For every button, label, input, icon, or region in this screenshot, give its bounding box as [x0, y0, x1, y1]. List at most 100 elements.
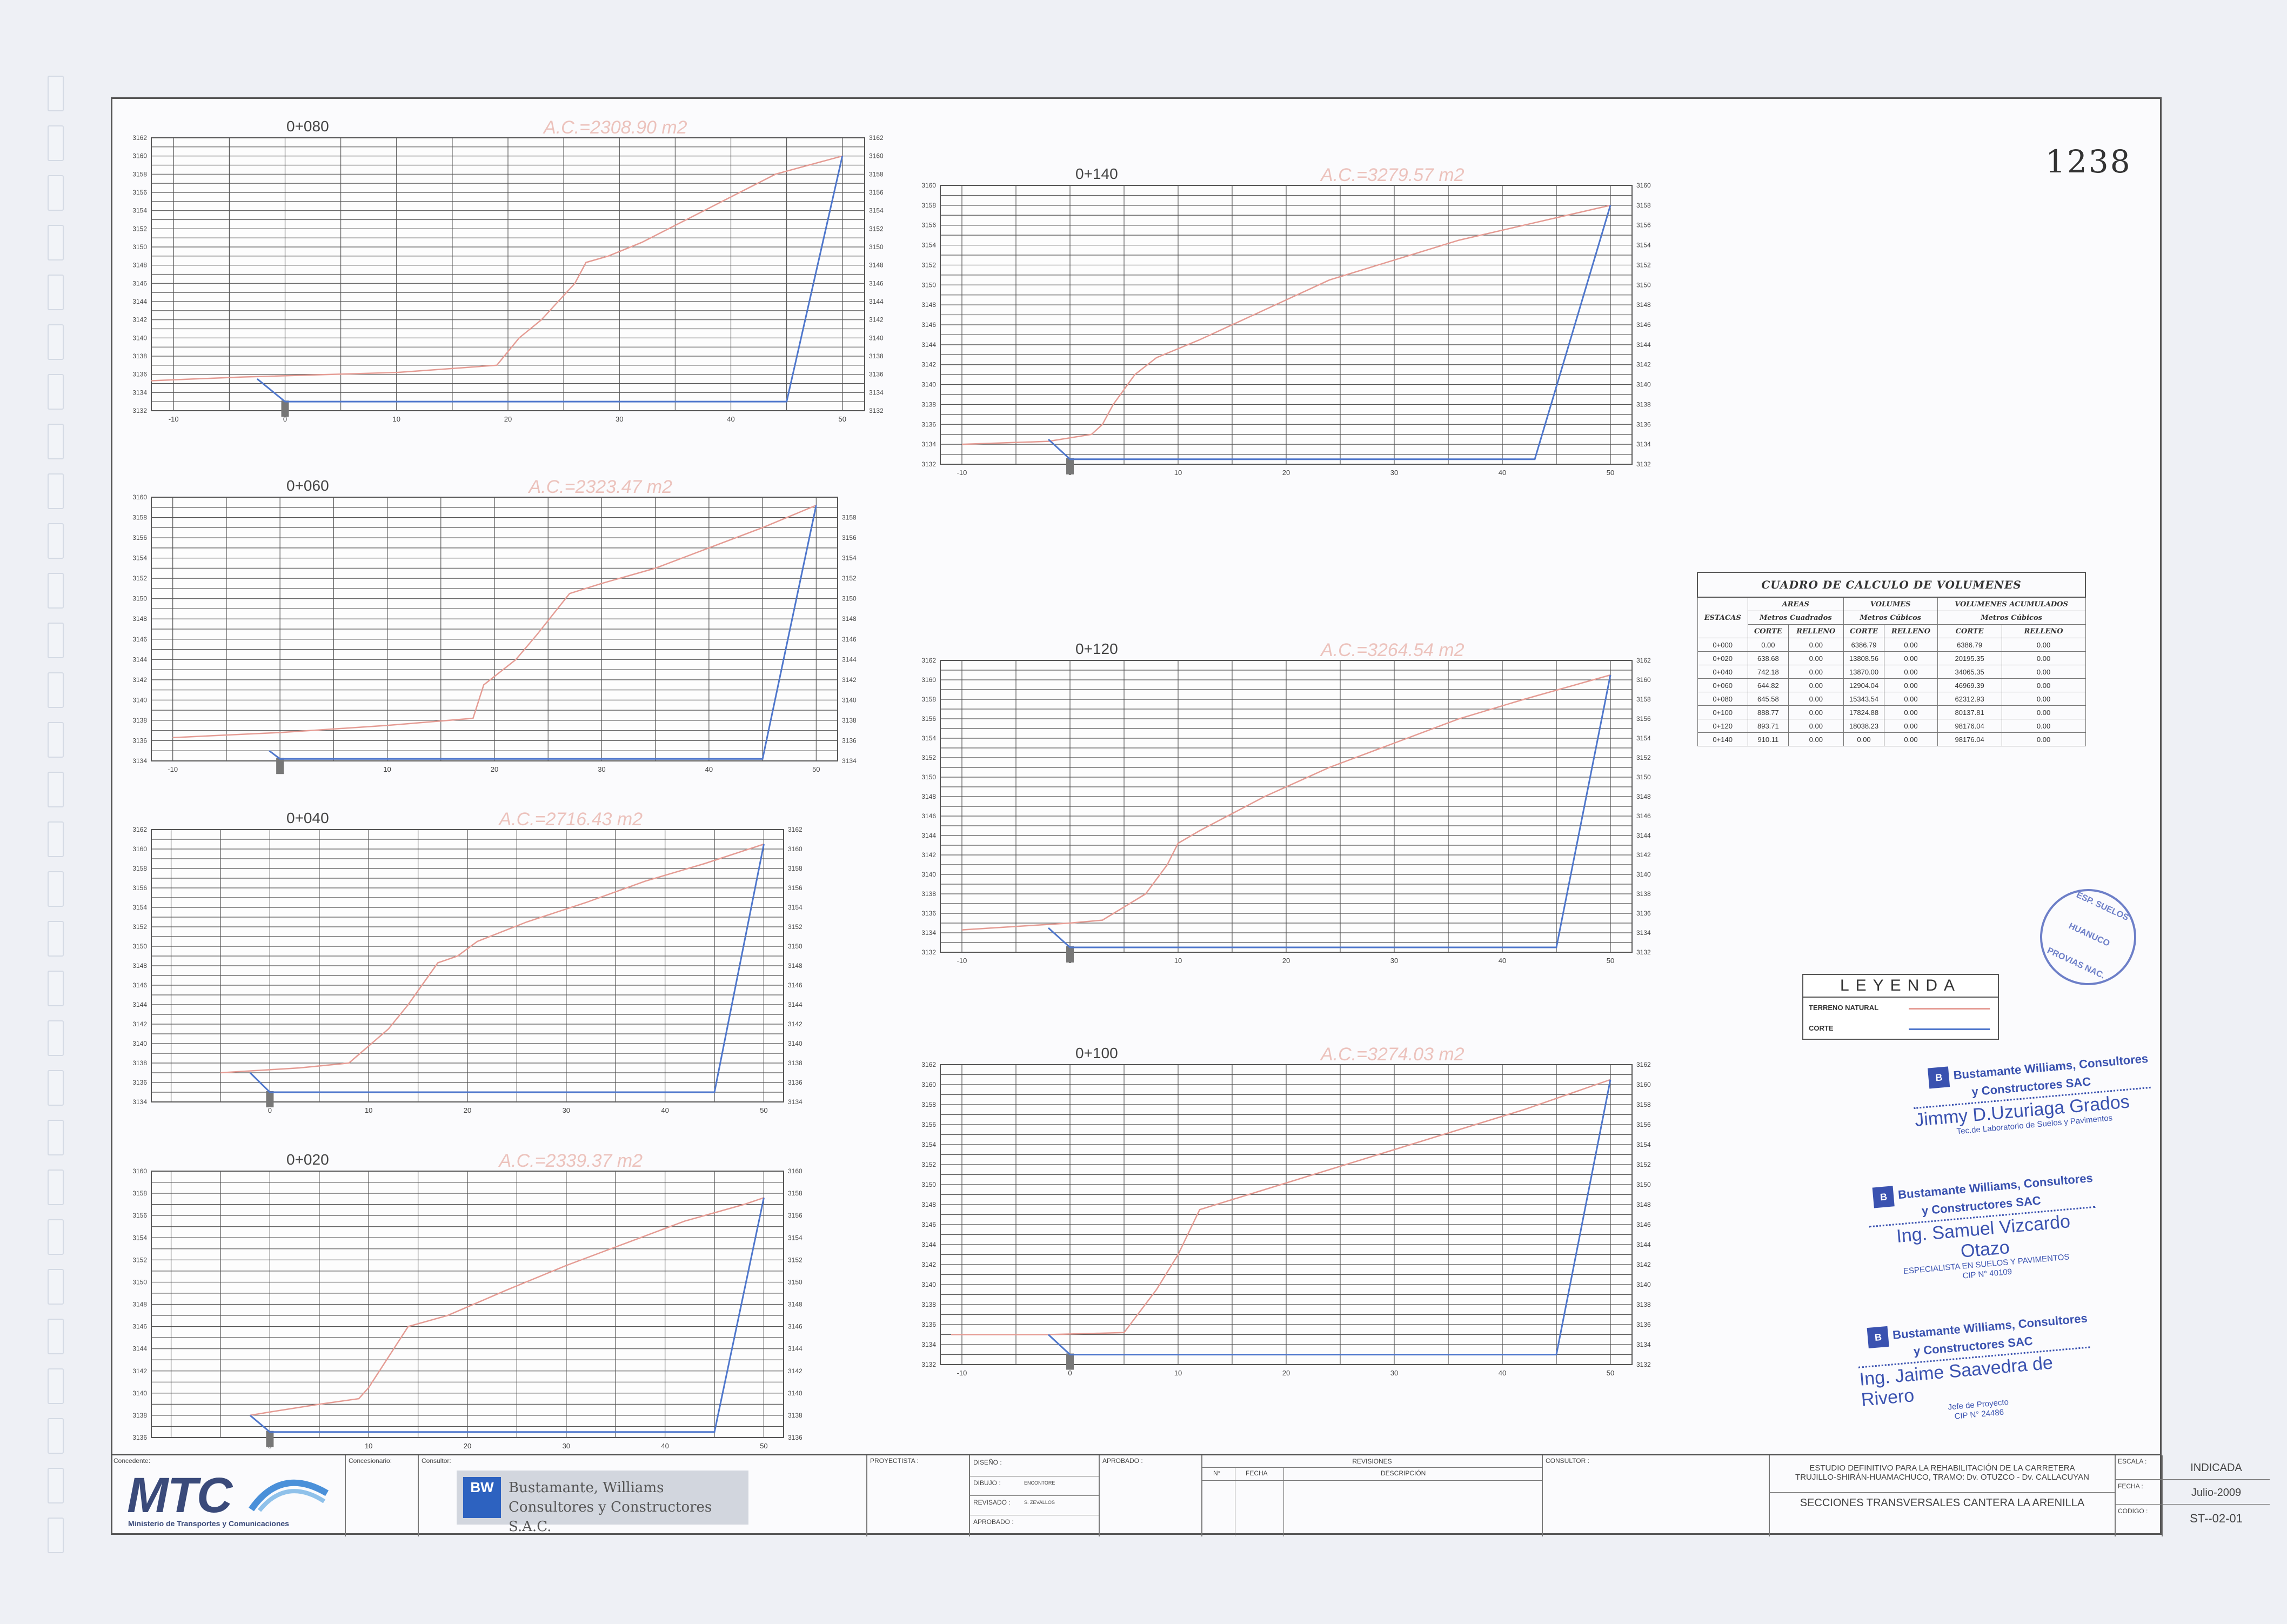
y-tick-right: 3154 — [1636, 242, 1651, 249]
table-cell-v-c: 0.00 — [1843, 732, 1885, 746]
table-cell-ac-c: 6386.79 — [1937, 638, 2002, 652]
x-tick: 10 — [365, 1106, 372, 1114]
y-tick-right: 3140 — [869, 334, 884, 342]
y-tick-right: 3144 — [842, 656, 857, 663]
legend-row-cut: CORTE — [1803, 1018, 1998, 1039]
table-cell-v-r: 0.00 — [1884, 678, 1938, 692]
y-tick-right: 3154 — [788, 904, 803, 911]
table-cell-ac-r: 0.00 — [2001, 732, 2086, 746]
section-drawing: 0+140 A.C.=3279.57 m2 3132 3134 3136 3138 3140… — [921, 165, 1651, 477]
table-cell-ac-r: 0.00 — [2001, 665, 2086, 679]
col-estacas: ESTACAS — [1697, 597, 1748, 638]
volume-table: CUADRO DE CALCULO DE VOLUMENES ESTACAS A… — [1697, 572, 2086, 746]
table-cell-v-r: 0.00 — [1884, 651, 1938, 665]
y-tick-right: 3136 — [1636, 1321, 1651, 1328]
table-cell-v-c: 18038.23 — [1843, 719, 1885, 733]
binding-hole — [48, 921, 64, 957]
x-tick: 40 — [661, 1106, 668, 1114]
y-tick-right: 3142 — [869, 316, 884, 324]
y-tick-left: 3150 — [132, 1278, 147, 1286]
concedente-label: Concedente: — [113, 1457, 151, 1465]
x-tick: 20 — [464, 1442, 471, 1450]
y-tick-right: 3146 — [788, 1323, 803, 1331]
y-tick-left: 3140 — [132, 334, 147, 342]
page-number: 1238 — [2045, 143, 2132, 180]
y-tick-left: 3154 — [921, 734, 936, 742]
y-tick-left: 3160 — [132, 1167, 147, 1175]
binding-hole — [48, 772, 64, 807]
section-drawing: 0+060 A.C.=2323.47 m2 3134 3136 3138 3140 3142… — [132, 477, 857, 774]
binding-hole — [48, 225, 64, 260]
y-tick-right: 3134 — [842, 757, 857, 765]
rev-no-header: N° — [1213, 1469, 1221, 1477]
table-row: 0+140 910.11 0.00 0.00 0.00 98176.04 0.00 — [1697, 732, 2086, 746]
y-tick-right: 3152 — [1636, 1161, 1651, 1168]
col-relleno: RELLENO — [2001, 624, 2086, 638]
legend: LEYENDA TERRENO NATURAL CORTE — [1802, 974, 1999, 1040]
y-tick-right: 3138 — [1636, 400, 1651, 408]
study-line1: ESTUDIO DEFINITIVO PARA LA REHABILITACIÓ… — [1809, 1463, 2075, 1473]
y-tick-right: 3142 — [842, 676, 857, 684]
x-tick: 50 — [760, 1106, 767, 1114]
y-tick-right: 3160 — [1636, 182, 1651, 189]
y-tick-left: 3148 — [921, 793, 936, 800]
y-tick-right: 3152 — [788, 1256, 803, 1264]
volume-table-title: CUADRO DE CALCULO DE VOLUMENES — [1697, 572, 2086, 598]
col-corte: CORTE — [1937, 624, 2002, 638]
y-tick-left: 3136 — [921, 420, 936, 428]
y-tick-right: 3134 — [1636, 1341, 1651, 1348]
binding-hole — [48, 1020, 64, 1056]
y-tick-right: 3138 — [869, 352, 884, 360]
table-cell-v-r: 0.00 — [1884, 665, 1938, 679]
y-tick-left: 3146 — [921, 812, 936, 820]
binding-hole — [48, 821, 64, 857]
y-tick-left: 3134 — [921, 440, 936, 448]
y-tick-left: 3142 — [132, 1020, 147, 1028]
y-tick-left: 3150 — [921, 1181, 936, 1188]
y-tick-right: 3158 — [1636, 1101, 1651, 1108]
y-tick-right: 3142 — [1636, 361, 1651, 369]
y-tick-left: 3132 — [921, 1361, 936, 1368]
y-tick-right: 3152 — [1636, 261, 1651, 269]
y-tick-right: 3156 — [1636, 715, 1651, 723]
table-cell-ac-c: 80137.81 — [1937, 705, 2002, 719]
y-tick-right: 3140 — [788, 1040, 803, 1047]
x-tick: 50 — [1607, 1369, 1614, 1377]
table-cell-a-r: 0.00 — [1788, 665, 1844, 679]
y-tick-right: 3142 — [788, 1367, 803, 1375]
col-relleno: RELLENO — [1884, 624, 1938, 638]
y-tick-left: 3148 — [132, 262, 147, 269]
y-tick-left: 3142 — [921, 361, 936, 369]
y-tick-left: 3134 — [921, 929, 936, 937]
binding-hole — [48, 1269, 64, 1305]
y-tick-left: 3142 — [132, 676, 147, 684]
y-tick-left: 3144 — [132, 656, 147, 663]
y-tick-right: 3138 — [1636, 890, 1651, 898]
codigo-label: CODIGO : — [2118, 1507, 2148, 1515]
rev-fecha-header: FECHA — [1246, 1469, 1268, 1477]
table-cell-ac-r: 0.00 — [2001, 705, 2086, 719]
codigo-value: ST--02-01 — [2190, 1512, 2243, 1525]
x-tick: 20 — [504, 415, 512, 423]
y-tick-right: 3144 — [788, 1345, 803, 1353]
y-tick-right: 3140 — [842, 696, 857, 704]
binding-hole — [48, 424, 64, 459]
rev-desc-header: DESCRIPCIÓN — [1381, 1469, 1426, 1477]
y-tick-left: 3134 — [921, 1341, 936, 1348]
y-tick-left: 3152 — [132, 574, 147, 582]
y-tick-left: 3156 — [921, 1121, 936, 1128]
legend-cut-line — [1909, 1028, 1990, 1030]
dibujo-label: DIBUJO : — [973, 1479, 1001, 1487]
binding-hole — [48, 324, 64, 360]
y-tick-right: 3148 — [1636, 1201, 1651, 1208]
x-tick: 20 — [1282, 469, 1290, 477]
y-tick-right: 3156 — [1636, 222, 1651, 229]
y-tick-left: 3162 — [921, 657, 936, 664]
table-cell-ac-r: 0.00 — [2001, 692, 2086, 706]
area-label: A.C.=3264.54 m2 — [1320, 640, 1465, 660]
y-tick-left: 3144 — [921, 1241, 936, 1248]
col-volumes: VOLUMES — [1843, 597, 1938, 611]
y-tick-right: 3144 — [1636, 832, 1651, 839]
table-cell-a-r: 0.00 — [1788, 678, 1844, 692]
aprobado2-label: APROBADO : — [1102, 1457, 1143, 1465]
